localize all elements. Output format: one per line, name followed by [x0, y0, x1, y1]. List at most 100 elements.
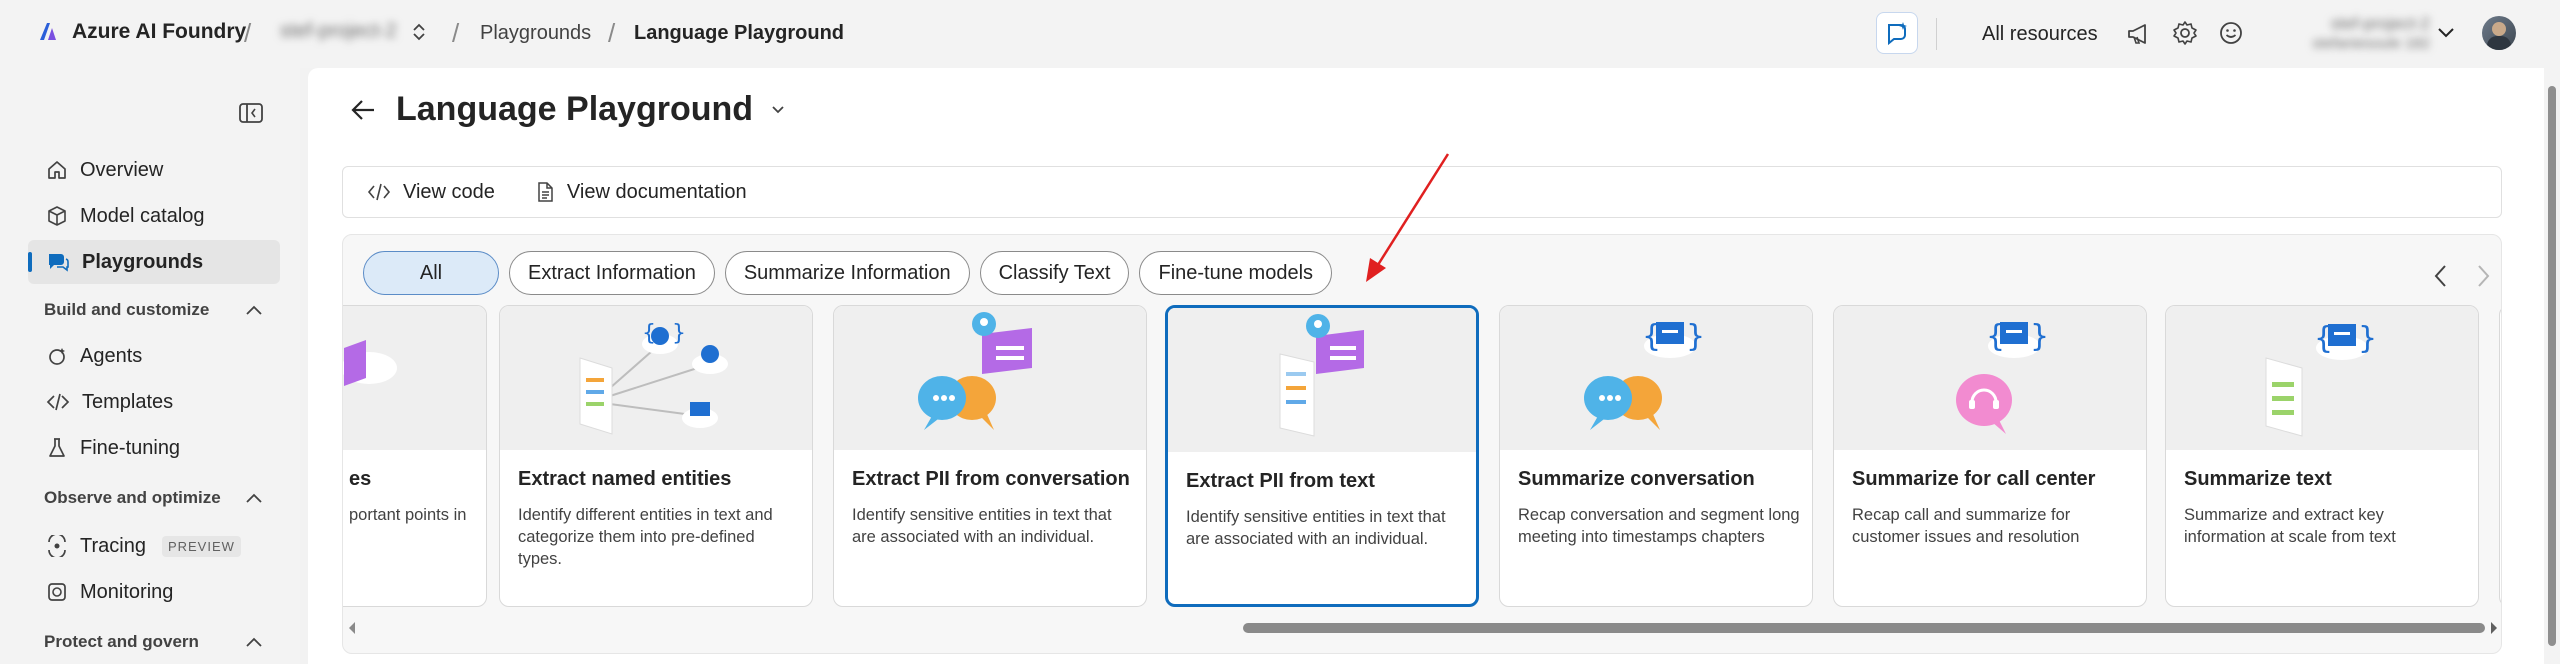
megaphone-icon[interactable] [2126, 22, 2152, 46]
home-icon [48, 161, 66, 179]
scrollbar-thumb[interactable] [1243, 623, 2485, 633]
sidebar-item-overview[interactable]: Overview [28, 148, 280, 192]
breadcrumb-project: stef-project-2 [280, 20, 397, 42]
card-extract-named-entities[interactable]: { } Extract named entities Identify diff… [499, 305, 813, 607]
sidebar-item-agents[interactable]: Agents [28, 334, 280, 378]
card-illustration-art: { } [2265, 321, 2377, 437]
sidebar-item-fine-tuning[interactable]: Fine-tuning [28, 426, 280, 470]
horizontal-scrollbar[interactable] [343, 617, 2501, 639]
card-description: Summarize and extract key information at… [2184, 506, 2396, 546]
card-illustration: { } [1500, 306, 1812, 450]
scrollbar-thumb[interactable] [2548, 86, 2556, 646]
chevron-down-icon[interactable] [2436, 26, 2456, 40]
gear-icon[interactable] [2172, 20, 2198, 46]
sidebar-item-model-catalog[interactable]: Model catalog [28, 194, 280, 238]
account-name: stef-project-2 [2330, 14, 2430, 33]
card-summarize-conversation[interactable]: { } Summarize conversation Recap convers… [1499, 305, 1813, 607]
sidebar-item-label: Templates [82, 390, 174, 413]
page-header: Language Playground [350, 90, 785, 129]
top-bar: Azure AI Foundry / stef-project-2 / Play… [0, 0, 2560, 68]
card-title: Summarize conversation [1518, 468, 1755, 490]
svg-text:{: { [1642, 319, 1661, 354]
filter-chip-all[interactable]: All [363, 251, 499, 295]
vertical-scrollbar[interactable] [2544, 68, 2560, 664]
chevron-right-icon[interactable] [2475, 263, 2491, 289]
card-title: Extract PII from conversation [852, 468, 1130, 490]
back-arrow-icon[interactable] [350, 97, 378, 123]
carousel-nav [2433, 263, 2491, 289]
sidebar-item-label: Monitoring [80, 580, 174, 603]
scroll-left-arrow-icon[interactable] [347, 621, 357, 635]
filter-chips: All Extract Information Summarize Inform… [363, 251, 1333, 295]
monitor-icon [48, 583, 66, 601]
card-summarize-for-call-center[interactable]: { } Summarize for call center Recap call… [1833, 305, 2147, 607]
card-extract-pii-from-text[interactable]: Extract PII from text Identify sensitive… [1165, 305, 1479, 607]
card-illustration-art: { } [1956, 319, 2049, 434]
card-next-partial[interactable] [2499, 305, 2501, 607]
annotation-arrow [1366, 153, 1450, 282]
project-switcher[interactable]: stef-project-2 [280, 20, 427, 43]
filter-chip-extract-information[interactable]: Extract Information [509, 251, 715, 295]
page-title: Language Playground [396, 90, 754, 128]
filter-chip-classify-text[interactable]: Classify Text [979, 251, 1130, 295]
chevron-down-icon[interactable] [771, 105, 785, 115]
card-summarize-key-points[interactable]: es portant points in [343, 305, 487, 607]
chevron-left-icon[interactable] [2433, 263, 2449, 289]
document-icon [538, 182, 553, 202]
chip-label: Summarize Information [743, 261, 951, 284]
section-label: Protect and govern [44, 632, 199, 651]
sidebar-item-playgrounds[interactable]: Playgrounds [28, 240, 280, 284]
sidebar-item-label: Playgrounds [82, 250, 204, 273]
card-illustration: { } [500, 306, 812, 450]
card-title: Extract PII from text [1186, 470, 1375, 492]
sidebar-item-monitoring[interactable]: Monitoring [28, 570, 280, 614]
card-description: Identify sensitive entities in text that… [1186, 508, 1446, 548]
avatar[interactable] [2482, 16, 2516, 50]
sidebar-collapse-icon[interactable] [238, 102, 264, 124]
card-summarize-text[interactable]: { } Summarize text Summarize and extract… [2165, 305, 2479, 607]
account-info[interactable]: stef-project-2 stefaniesoule 182 [2270, 14, 2430, 54]
card-title: es [349, 468, 372, 490]
playground-gallery: All Extract Information Summarize Inform… [342, 234, 2502, 654]
svg-text:{: { [1986, 319, 2005, 354]
sidebar-item-label: Agents [80, 344, 143, 367]
card-illustration-art [1279, 314, 1364, 437]
card-illustration-art [918, 312, 1032, 430]
feedback-smiley-icon[interactable] [2218, 20, 2244, 46]
breadcrumb-current: Language Playground [634, 22, 845, 44]
all-resources-link[interactable]: All resources [1982, 23, 2098, 46]
section-observe-and-optimize[interactable]: Observe and optimize [44, 488, 264, 508]
section-protect-and-govern[interactable]: Protect and govern [44, 632, 264, 652]
view-code-button[interactable]: View code [367, 181, 495, 204]
card-title: Summarize text [2184, 468, 2332, 490]
svg-text:}: } [1686, 319, 1705, 354]
chip-label: Classify Text [998, 261, 1111, 284]
app-logo[interactable]: Azure AI Foundry [36, 20, 246, 44]
card-illustration: { } [2166, 306, 2478, 450]
sidebar: Overview Model catalog Playgrounds Build… [0, 68, 300, 664]
account-directory: stefaniesoule 182 [2312, 35, 2430, 52]
view-documentation-button[interactable]: View documentation [535, 181, 747, 204]
filter-chip-summarize-information[interactable]: Summarize Information [724, 251, 970, 295]
section-label: Build and customize [44, 300, 210, 319]
sidebar-item-tracing[interactable]: Tracing PREVIEW [28, 524, 280, 568]
chevron-up-icon [246, 493, 262, 503]
copilot-button[interactable] [1876, 12, 1918, 54]
copilot-chat-icon [1888, 22, 1907, 46]
card-illustration-art: { } [579, 321, 728, 435]
section-label: Observe and optimize [44, 488, 221, 507]
agents-icon [49, 348, 65, 365]
breadcrumb-separator: / [244, 18, 252, 48]
code-icon [46, 393, 70, 411]
scroll-right-arrow-icon[interactable] [2489, 621, 2499, 635]
filter-chip-fine-tune-models[interactable]: Fine-tune models [1139, 251, 1333, 295]
card-extract-pii-from-conversation[interactable]: Extract PII from conversation Identify s… [833, 305, 1147, 607]
card-illustration [1168, 308, 1476, 452]
main-content: Language Playground View code View docum… [308, 68, 2548, 664]
section-build-and-customize[interactable]: Build and customize [44, 300, 264, 320]
divider [1936, 18, 1937, 50]
sidebar-item-templates[interactable]: Templates [28, 380, 280, 424]
breadcrumb-playgrounds[interactable]: Playgrounds [480, 22, 591, 45]
chevron-up-down-icon [413, 23, 425, 40]
chat-icon [49, 254, 69, 272]
